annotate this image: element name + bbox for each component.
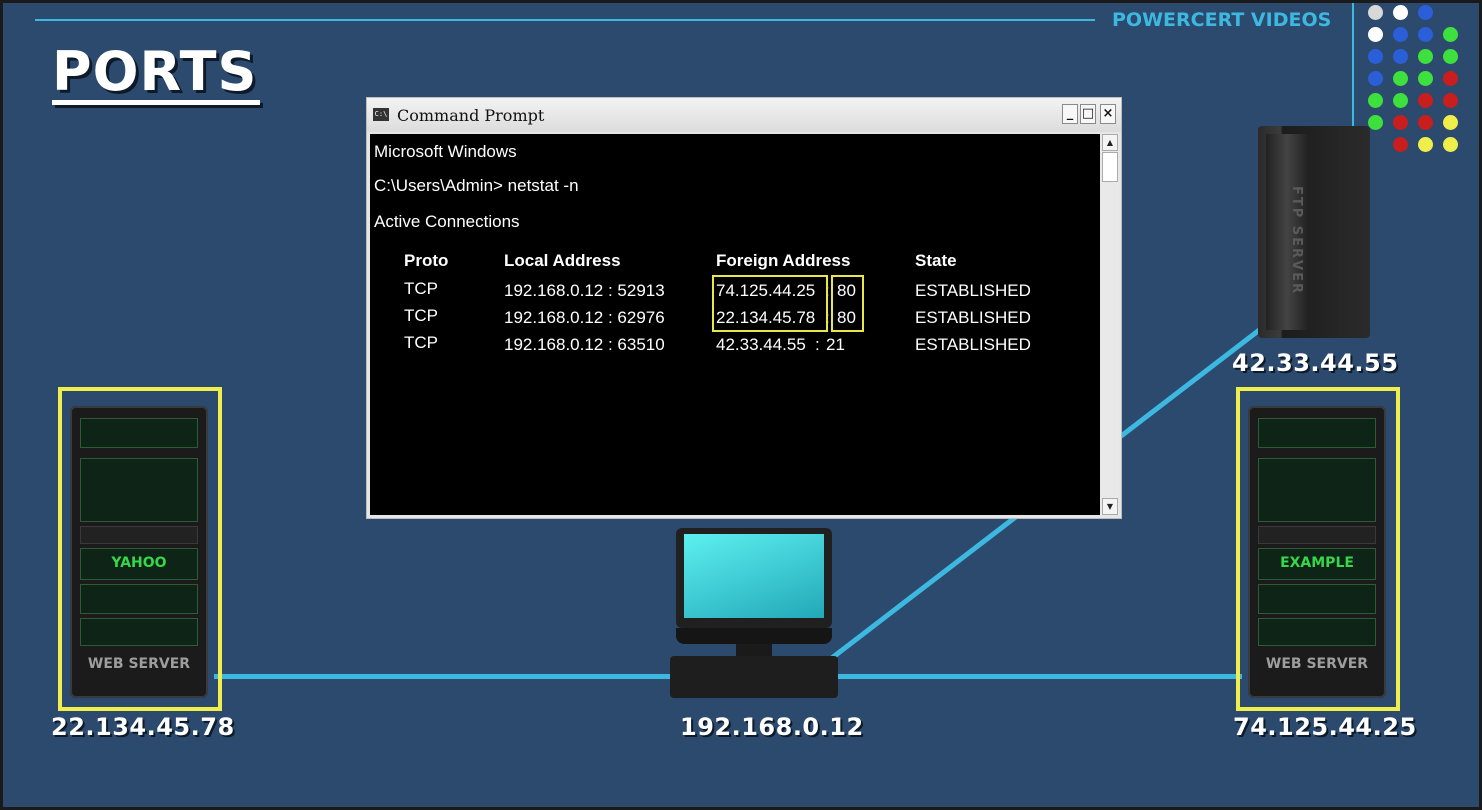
rack-panel <box>1258 618 1376 646</box>
dot <box>1368 93 1383 108</box>
dot <box>1393 137 1408 152</box>
monitor-bezel <box>676 628 832 644</box>
dot <box>1368 27 1383 42</box>
rack-panel <box>80 526 198 544</box>
dot <box>1443 93 1458 108</box>
brand-text: POWERCERT VIDEOS <box>1112 9 1332 31</box>
dot <box>1443 27 1458 42</box>
left-server-ip: 22.134.45.78 <box>51 713 235 741</box>
cmd-titlebar[interactable]: C:\ Command Prompt _ □ × <box>367 98 1121 132</box>
right-server-label: WEB SERVER <box>1265 656 1369 672</box>
ftp-server-tower: FTP SERVER <box>1258 126 1370 338</box>
command-prompt-window[interactable]: C:\ Command Prompt _ □ × Microsoft Windo… <box>366 97 1122 519</box>
rack-panel <box>80 418 198 448</box>
header-local: Local Address <box>504 251 621 270</box>
row-local: 192.168.0.12 : 63510 <box>504 335 665 354</box>
dot <box>1418 137 1433 152</box>
row-state: ESTABLISHED <box>915 308 1031 327</box>
vertical-scrollbar[interactable]: ▲ ▼ <box>1101 134 1119 515</box>
rack-panel <box>80 458 198 522</box>
dot <box>1418 115 1433 130</box>
cmd-window-title: Command Prompt <box>397 106 545 125</box>
close-button[interactable]: × <box>1100 104 1116 124</box>
foreign-ip-highlight <box>712 275 828 332</box>
port-highlight <box>831 275 864 332</box>
cmd-output[interactable]: Microsoft Windows C:\Users\Admin> netsta… <box>370 134 1100 515</box>
os-line: Microsoft Windows <box>374 142 517 161</box>
row-proto: TCP <box>404 279 438 298</box>
scroll-down-icon[interactable]: ▼ <box>1102 498 1118 515</box>
dot <box>1418 27 1433 42</box>
title-underline <box>52 100 260 105</box>
dot <box>1418 49 1433 64</box>
dot <box>1418 71 1433 86</box>
dot <box>1368 71 1383 86</box>
dot <box>1443 137 1458 152</box>
left-server-label: WEB SERVER <box>87 656 191 672</box>
dot <box>1418 93 1433 108</box>
desktop-monitor <box>676 528 832 628</box>
row-separator: : <box>815 335 820 354</box>
dot <box>1368 115 1383 130</box>
maximize-button[interactable]: □ <box>1080 104 1096 124</box>
link-right-server <box>834 674 1242 679</box>
dot <box>1393 49 1408 64</box>
row-proto: TCP <box>404 306 438 325</box>
scroll-thumb[interactable] <box>1102 152 1118 182</box>
link-left-server <box>214 674 674 679</box>
row-state: ESTABLISHED <box>915 335 1031 354</box>
row-proto: TCP <box>404 333 438 352</box>
scroll-up-icon[interactable]: ▲ <box>1102 134 1118 151</box>
rack-panel <box>1258 584 1376 614</box>
dot <box>1393 71 1408 86</box>
dot <box>1368 5 1383 20</box>
rack-panel: EXAMPLE <box>1258 548 1376 580</box>
ftp-server-ip: 42.33.44.55 <box>1232 349 1399 377</box>
row-foreign-ip: 42.33.44.55 <box>716 335 806 354</box>
dot <box>1443 71 1458 86</box>
header-proto: Proto <box>404 251 449 270</box>
row-local: 192.168.0.12 : 52913 <box>504 281 665 300</box>
dot <box>1393 93 1408 108</box>
cmd-app-icon: C:\ <box>373 108 389 121</box>
dot <box>1393 5 1408 20</box>
rack-panel <box>1258 458 1376 522</box>
rack-panel <box>1258 418 1376 448</box>
desktop-case <box>670 656 838 698</box>
right-server-brand: EXAMPLE <box>1280 555 1354 571</box>
left-web-server: YAHOO WEB SERVER <box>70 406 208 698</box>
dot <box>1368 49 1383 64</box>
dot <box>1443 115 1458 130</box>
right-server-ip: 74.125.44.25 <box>1233 713 1417 741</box>
header-state: State <box>915 251 957 270</box>
ftp-server-label: FTP SERVER <box>1289 186 1304 296</box>
dot <box>1418 5 1433 20</box>
rack-panel <box>80 584 198 614</box>
rack-panel <box>80 618 198 646</box>
section-line: Active Connections <box>374 212 520 231</box>
header-foreign: Foreign Address <box>716 251 851 270</box>
row-port: 21 <box>826 335 845 354</box>
rack-panel <box>1258 526 1376 544</box>
desktop-ip: 192.168.0.12 <box>680 713 864 741</box>
dot <box>1393 115 1408 130</box>
left-server-brand: YAHOO <box>111 555 167 571</box>
minimize-button[interactable]: _ <box>1062 104 1078 124</box>
rack-panel: YAHOO <box>80 548 198 580</box>
dot <box>1443 49 1458 64</box>
slide-title: PORTS <box>52 40 258 103</box>
monitor-screen <box>684 534 824 618</box>
dot <box>1393 27 1408 42</box>
right-web-server: EXAMPLE WEB SERVER <box>1248 406 1386 698</box>
brand-line <box>35 19 1095 21</box>
command-line: C:\Users\Admin> netstat -n <box>374 176 579 195</box>
brand-divider <box>1352 0 1354 135</box>
row-state: ESTABLISHED <box>915 281 1031 300</box>
row-local: 192.168.0.12 : 62976 <box>504 308 665 327</box>
